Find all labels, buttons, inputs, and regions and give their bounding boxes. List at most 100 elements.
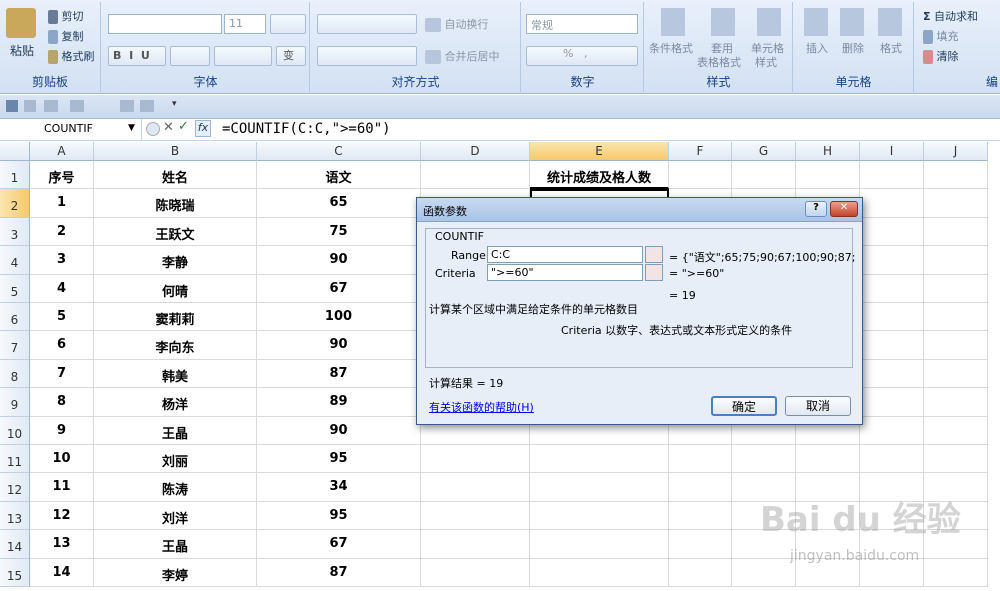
row-header[interactable]: 11 [0,445,30,473]
new-icon[interactable] [24,100,36,112]
cell-seq[interactable]: 3 [30,246,94,275]
cell-name[interactable]: 刘洋 [94,502,257,530]
cell[interactable] [732,445,796,473]
cell-score[interactable]: 100 [257,303,421,331]
cell-seq[interactable]: 14 [30,559,94,587]
cell-score[interactable]: 67 [257,275,421,303]
cell-score[interactable]: 87 [257,360,421,388]
format-painter-button[interactable]: 格式刷 [48,48,95,64]
column-header-g[interactable]: G [732,142,796,161]
column-header-c[interactable]: C [257,142,421,161]
cell-score[interactable]: 90 [257,417,421,445]
column-header-h[interactable]: H [796,142,860,161]
conditional-format-button[interactable]: 条件格式 [649,40,693,56]
cell-seq[interactable]: 6 [30,331,94,360]
number-format-combo[interactable]: 常规 [526,14,638,34]
paste-button[interactable]: 粘贴 [10,42,34,59]
cell[interactable] [924,246,988,275]
wrap-text-button[interactable]: 自动换行 [425,16,489,32]
italic-button[interactable]: I [129,49,133,62]
cell[interactable] [860,445,924,473]
cell-name[interactable]: 王晶 [94,530,257,559]
cell-seq[interactable]: 1 [30,189,94,218]
cell[interactable] [421,161,530,189]
cell-name[interactable]: 韩美 [94,360,257,388]
cell-seq[interactable]: 7 [30,360,94,388]
clear-button[interactable]: 清除 [923,48,959,64]
cell-score[interactable]: 90 [257,331,421,360]
cell[interactable] [860,303,924,331]
column-header-e[interactable]: E [530,142,669,161]
paste-icon[interactable] [6,8,36,38]
cell-name[interactable]: 李向东 [94,331,257,360]
cell[interactable] [732,161,796,189]
table-format-button-line2[interactable]: 表格格式 [697,54,741,70]
enter-check-icon[interactable]: ✓ [178,119,189,134]
cell[interactable] [669,530,732,559]
cell-name[interactable]: 陈晓瑞 [94,189,257,218]
cell-seq[interactable]: 8 [30,388,94,417]
row-header[interactable]: 15 [0,559,30,587]
fill-color-button[interactable] [214,46,272,66]
header-cell-score[interactable]: 语文 [257,161,421,189]
cell-name[interactable]: 王跃文 [94,218,257,246]
column-header-b[interactable]: B [94,142,257,161]
cell-score[interactable]: 89 [257,388,421,417]
cell[interactable] [924,161,988,189]
cell[interactable] [860,417,924,445]
cell[interactable] [796,445,860,473]
cell-name[interactable]: 何晴 [94,275,257,303]
font-size-combo[interactable]: 11 [224,14,266,34]
format-cells-button[interactable]: 格式 [880,40,902,56]
row-header[interactable]: 10 [0,417,30,445]
number-format-buttons[interactable]: % , [526,46,638,66]
cell-score[interactable]: 90 [257,246,421,275]
cell-score[interactable]: 67 [257,530,421,559]
font-name-combo[interactable] [108,14,222,34]
cell[interactable] [669,502,732,530]
bold-button[interactable]: B [113,49,121,62]
name-box[interactable]: COUNTIF [0,119,142,140]
cell-seq[interactable]: 4 [30,275,94,303]
merge-center-button[interactable]: 合并后居中 [425,48,500,64]
grow-font-button[interactable] [270,14,306,34]
name-box-dropdown-icon[interactable]: ▼ [128,123,135,133]
cell[interactable] [860,388,924,417]
cell[interactable] [924,218,988,246]
cell-name[interactable]: 杨洋 [94,388,257,417]
autosum-button[interactable]: Σ 自动求和 [923,8,978,24]
cell-score[interactable]: 75 [257,218,421,246]
formula-input[interactable]: =COUNTIF(C:C,">=60") [222,121,391,137]
insert-function-button[interactable]: fx [195,120,211,137]
cell-name[interactable]: 刘丽 [94,445,257,473]
cell[interactable] [421,502,530,530]
column-header-j[interactable]: J [924,142,988,161]
cell[interactable] [669,161,732,189]
row-header[interactable]: 9 [0,388,30,417]
delete-button[interactable]: 删除 [842,40,864,56]
cell[interactable] [860,360,924,388]
redo-icon[interactable] [70,100,84,112]
cell[interactable] [796,161,860,189]
row-header[interactable]: 8 [0,360,30,388]
row-header[interactable]: 5 [0,275,30,303]
cell-styles-button-line2[interactable]: 样式 [755,54,777,70]
select-all-corner[interactable] [0,142,30,161]
range-input[interactable]: C:C [487,246,643,263]
cell[interactable] [421,530,530,559]
cell-score[interactable]: 87 [257,559,421,587]
cell-name[interactable]: 窦莉莉 [94,303,257,331]
criteria-input[interactable]: ">=60" [487,264,643,281]
row-header[interactable]: 14 [0,530,30,559]
cell[interactable] [860,189,924,218]
header-cell-name[interactable]: 姓名 [94,161,257,189]
row-header[interactable]: 1 [0,161,30,189]
row-header[interactable]: 12 [0,473,30,502]
row-header[interactable]: 7 [0,331,30,360]
border-button[interactable] [170,46,210,66]
row-header[interactable]: 6 [0,303,30,331]
cell[interactable] [669,473,732,502]
row-header[interactable]: 2 [0,189,30,218]
row-header[interactable]: 3 [0,218,30,246]
cell-seq[interactable]: 2 [30,218,94,246]
